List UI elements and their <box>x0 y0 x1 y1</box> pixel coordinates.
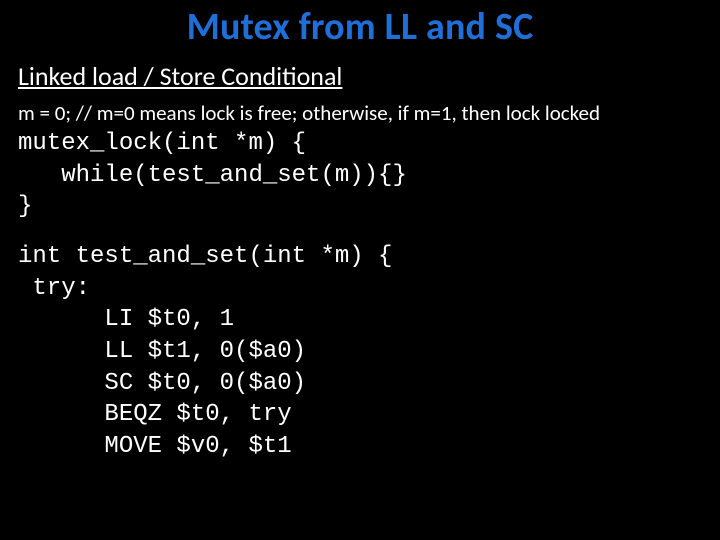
slide-title: Mutex from LL and SC <box>18 4 702 50</box>
slide: Mutex from LL and SC Linked load / Store… <box>0 4 720 540</box>
code-comment: m = 0; // m=0 means lock is free; otherw… <box>18 100 702 126</box>
code-block-mutex-lock: mutex_lock(int *m) { while(test_and_set(… <box>18 128 702 223</box>
code-block-test-and-set: int test_and_set(int *m) { try: LI $t0, … <box>18 241 702 463</box>
slide-subtitle: Linked load / Store Conditional <box>18 60 702 92</box>
